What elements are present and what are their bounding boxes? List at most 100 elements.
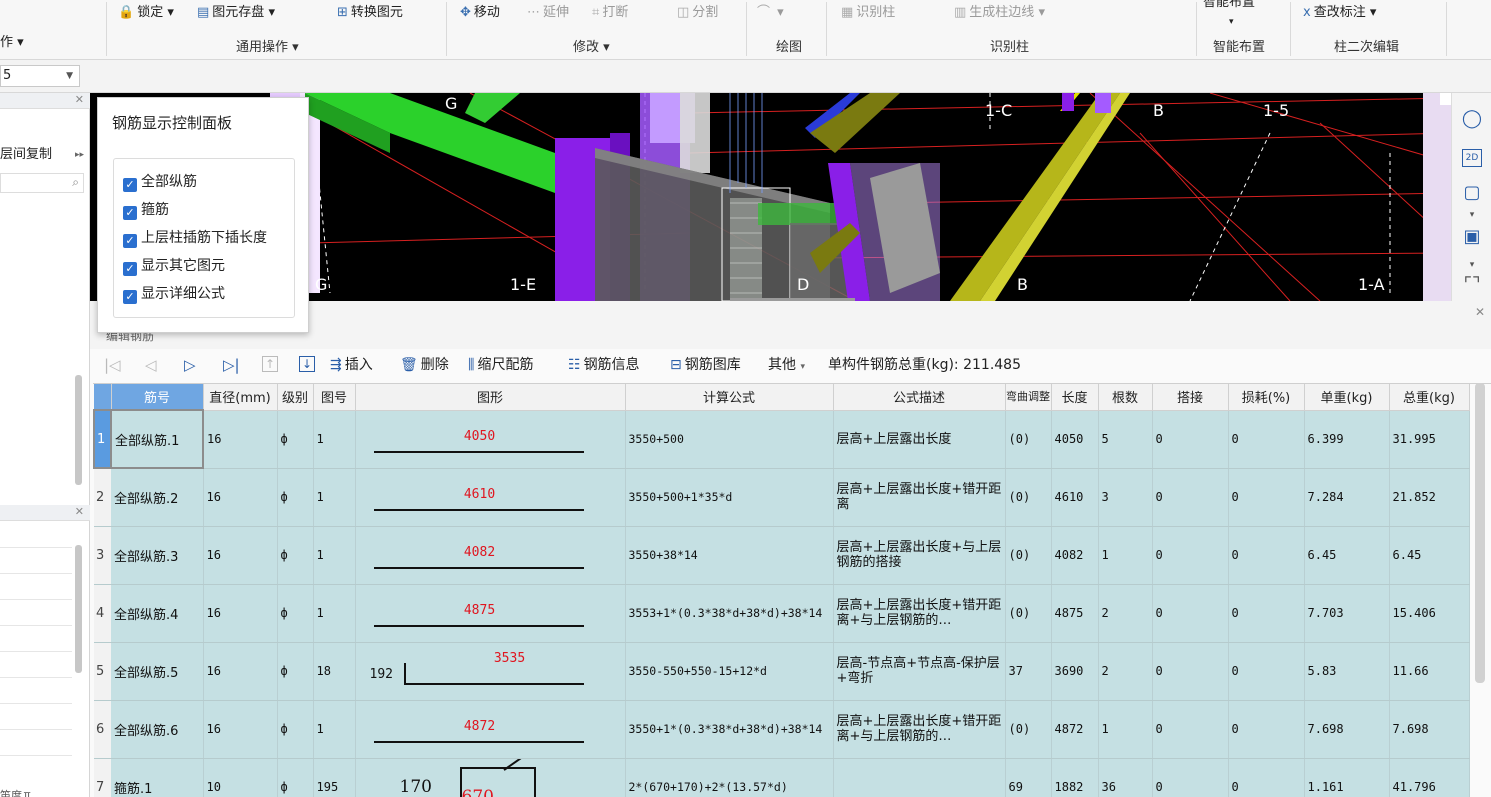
cell-name[interactable]: 全部纵筋.1 [110, 409, 204, 469]
cell-count[interactable]: 36 [1098, 758, 1153, 797]
cell-shape[interactable]: 4610 [355, 468, 626, 527]
cell-lap[interactable]: 0 [1152, 584, 1229, 643]
cell-bend-adjust[interactable]: 37 [1005, 642, 1052, 701]
cell-total-weight[interactable]: 11.66 [1389, 642, 1470, 701]
checkbox-upper-dowel[interactable]: ✓ 上层柱插筋下插长度 [123, 228, 267, 248]
row-number[interactable]: 3 [94, 526, 111, 585]
other-dropdown[interactable]: 其他 ▾ [768, 356, 805, 376]
prev-record-icon[interactable]: ◁ [145, 356, 157, 374]
cell-lap[interactable]: 0 [1152, 700, 1229, 759]
close-icon[interactable]: ✕ [75, 505, 84, 518]
cell-figure-no[interactable]: 1 [313, 410, 356, 469]
cell-unit-weight[interactable]: 7.703 [1304, 584, 1390, 643]
cell-grade[interactable]: ф [277, 526, 314, 585]
cell-name[interactable]: 全部纵筋.3 [111, 526, 204, 585]
table-row[interactable]: 6 全部纵筋.6 16 ф 1 4872 3550+1*(0.3*38*d+38*d)+38… [94, 700, 1470, 759]
convert-element-button[interactable]: ⊞ 转换图元 [337, 4, 403, 22]
split-button[interactable]: ◫ 分割 [677, 4, 718, 22]
col-header[interactable]: 根数 [1098, 384, 1153, 411]
col-header[interactable]: 计算公式 [625, 384, 834, 411]
cell-diameter[interactable]: 16 [203, 584, 278, 643]
smart-layout-button[interactable]: 智能布置 ▾ [1203, 0, 1255, 31]
cell-total-weight[interactable]: 6.45 [1389, 526, 1470, 585]
floor-select[interactable]: 5 ▼ [0, 65, 80, 87]
cell-diameter[interactable]: 16 [203, 526, 278, 585]
cell-lap[interactable]: 0 [1152, 642, 1229, 701]
cell-description[interactable]: 层高+上层露出长度+与上层钢筋的搭接 [833, 526, 1006, 585]
cell-unit-weight[interactable]: 6.45 [1304, 526, 1390, 585]
next-record-icon[interactable]: ▷ [184, 356, 196, 374]
ribbon-group-general[interactable]: 通用操作 ▾ [236, 36, 299, 55]
col-header[interactable]: 公式描述 [833, 384, 1006, 411]
cell-count[interactable]: 2 [1098, 584, 1153, 643]
col-header[interactable]: 长度 [1051, 384, 1099, 411]
col-header[interactable]: 搭接 [1152, 384, 1229, 411]
cell-diameter[interactable]: 16 [203, 700, 278, 759]
cell-lap[interactable]: 0 [1152, 468, 1229, 527]
cell-loss[interactable]: 0 [1228, 700, 1305, 759]
ribbon-group-cut-label[interactable]: 作 ▾ [0, 34, 24, 52]
cell-grade[interactable]: ф [277, 410, 314, 469]
lock-button[interactable]: 🔒 锁定 ▾ [118, 4, 174, 22]
cell-length[interactable]: 1882 [1051, 758, 1099, 797]
row-number[interactable]: 6 [94, 700, 111, 759]
cell-grade[interactable]: ф [277, 758, 314, 797]
cell-name[interactable]: 箍筋.1 [111, 758, 204, 797]
extend-button[interactable]: ⋯ 延伸 [527, 4, 569, 22]
table-row[interactable]: 7 箍筋.1 10 ф 195 170 670 2*(670+170)+2*(13.57*d)… [94, 758, 1470, 797]
cell-diameter[interactable]: 16 [203, 642, 278, 701]
cell-grade[interactable]: ф [277, 642, 314, 701]
table-row[interactable]: 2 全部纵筋.2 16 ф 1 4610 3550+500+1*35*d 层高+上层露出长度+… [94, 468, 1470, 527]
row-number[interactable]: 5 [94, 642, 111, 701]
cell-formula[interactable]: 3553+1*(0.3*38*d+38*d)+38*14 [625, 584, 834, 643]
col-header[interactable]: 直径(mm) [203, 384, 278, 411]
ribbon-group-modify[interactable]: 修改 ▾ [573, 36, 610, 55]
cell-unit-weight[interactable]: 6.399 [1304, 410, 1390, 469]
cell-loss[interactable]: 0 [1228, 642, 1305, 701]
row-number[interactable]: 7 [94, 758, 111, 797]
table-row[interactable]: 4 全部纵筋.4 16 ф 1 4875 3553+1*(0.3*38*d+38*d)+38… [94, 584, 1470, 643]
zoom-window-icon[interactable]: ⌜⌝ [1460, 273, 1484, 297]
cell-total-weight[interactable]: 21.852 [1389, 468, 1470, 527]
cell-figure-no[interactable]: 1 [313, 468, 356, 527]
cell-formula[interactable]: 3550+500 [625, 410, 834, 469]
scale-rebar-button[interactable]: ⫼ 缩尺配筋 [468, 356, 533, 374]
col-header[interactable]: 单重(kg) [1304, 384, 1390, 411]
cell-description[interactable]: 层高+上层露出长度+错开距离+与上层钢筋的… [833, 584, 1006, 643]
cell-total-weight[interactable]: 15.406 [1389, 584, 1470, 643]
scrollbar[interactable] [75, 375, 82, 485]
row-number[interactable]: 4 [94, 584, 111, 643]
cell-length[interactable]: 4050 [1051, 410, 1099, 469]
first-record-icon[interactable]: |◁ [104, 356, 121, 374]
cell-length[interactable]: 3690 [1051, 642, 1099, 701]
close-icon[interactable]: ✕ [1475, 305, 1485, 319]
cell-formula[interactable]: 3550-550+550-15+12*d [625, 642, 834, 701]
table-row[interactable]: 3 全部纵筋.3 16 ф 1 4082 3550+38*14 层高+上层露出长度+与上层钢筋… [94, 526, 1470, 585]
cell-lap[interactable]: 0 [1152, 410, 1229, 469]
checkbox-show-formula[interactable]: ✓ 显示详细公式 [123, 284, 225, 304]
search-input[interactable]: ⌕ [0, 173, 84, 193]
draw-arc-button[interactable]: ⌒ ▾ [757, 4, 784, 22]
cell-description[interactable] [833, 758, 1006, 797]
delete-button[interactable]: 🗑 删除 [400, 356, 449, 374]
rebar-info-button[interactable]: ☷ 钢筋信息 [568, 356, 640, 374]
cell-figure-no[interactable]: 18 [313, 642, 356, 701]
table-row[interactable]: 5 全部纵筋.5 16 ф 18 192 3535 3550-550+550-15+12*d 层… [94, 642, 1470, 701]
break-button[interactable]: ⌗ 打断 [592, 4, 628, 22]
col-header[interactable]: 筋号 [111, 384, 204, 411]
cell-formula[interactable]: 3550+38*14 [625, 526, 834, 585]
cell-loss[interactable]: 0 [1228, 584, 1305, 643]
identify-column-button[interactable]: ▦ 识别柱 [841, 4, 895, 22]
cell-grade[interactable]: ф [277, 584, 314, 643]
save-element-button[interactable]: ▤ 图元存盘 ▾ [197, 4, 275, 22]
cell-description[interactable]: 层高-节点高+节点高-保护层+弯折 [833, 642, 1006, 701]
cell-length[interactable]: 4082 [1051, 526, 1099, 585]
cell-grade[interactable]: ф [277, 700, 314, 759]
close-icon[interactable]: ✕ [75, 93, 84, 106]
cell-length[interactable]: 4872 [1051, 700, 1099, 759]
cell-count[interactable]: 3 [1098, 468, 1153, 527]
cell-formula[interactable]: 2*(670+170)+2*(13.57*d) [625, 758, 834, 797]
cell-name[interactable]: 全部纵筋.6 [111, 700, 204, 759]
cell-diameter[interactable]: 10 [203, 758, 278, 797]
cell-diameter[interactable]: 16 [203, 468, 278, 527]
